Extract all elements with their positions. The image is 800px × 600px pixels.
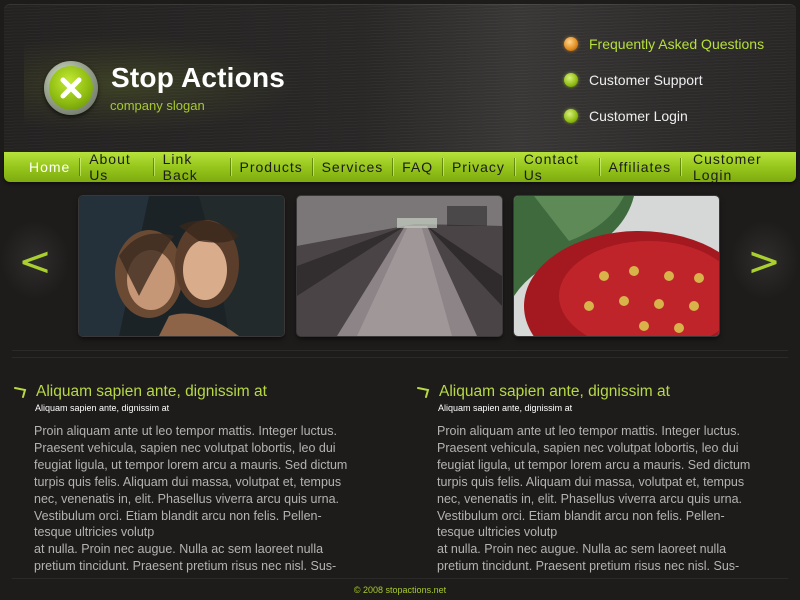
nav-item-customer-login[interactable]: Customer Login [681, 151, 796, 183]
thumbnail-women-portrait[interactable] [79, 196, 284, 336]
thumbnail-strawberry-closeup[interactable] [514, 196, 719, 336]
site-header: Stop Actions company slogan Frequently A… [4, 4, 796, 154]
thumbnail-moving-walkway[interactable] [297, 196, 502, 336]
brand-name[interactable]: Stop Actions [111, 62, 285, 94]
nav-item-about-us[interactable]: About Us [80, 151, 153, 183]
column-title[interactable]: Aliquam sapien ante, dignissim at [439, 383, 670, 401]
bullet-icon [564, 37, 578, 51]
column-subtitle: Aliquam sapien ante, dignissim at [35, 403, 170, 413]
main-nav: Home About Us Link Back Products Service… [4, 151, 796, 183]
bullet-icon [564, 73, 578, 87]
column-heading: Aliquam sapien ante, dignissim at [417, 383, 762, 401]
column-title[interactable]: Aliquam sapien ante, dignissim at [36, 383, 267, 401]
nav-item-products[interactable]: Products [231, 152, 312, 182]
next-arrow-icon[interactable]: > [744, 238, 784, 286]
column-heading: Aliquam sapien ante, dignissim at [14, 383, 359, 401]
content-column-left: Aliquam sapien ante, dignissim at Aliqua… [14, 383, 359, 575]
nav-item-faq[interactable]: FAQ [393, 152, 442, 182]
column-body: Proin aliquam ante ut leo tempor mattis.… [34, 424, 348, 574]
top-link-label: Customer Login [589, 108, 688, 124]
nav-item-services[interactable]: Services [313, 152, 393, 182]
divider [12, 350, 788, 351]
nav-item-home[interactable]: Home [20, 152, 79, 182]
nav-item-affiliates[interactable]: Affiliates [600, 152, 681, 182]
logo-icon[interactable] [44, 61, 98, 115]
top-link-label: Frequently Asked Questions [589, 36, 765, 52]
bullet-icon [564, 109, 578, 123]
nav-item-contact-us[interactable]: Contact Us [515, 151, 599, 183]
arrow-bullet-icon [417, 387, 430, 398]
content-column-right: Aliquam sapien ante, dignissim at Aliqua… [417, 383, 762, 575]
faq-link[interactable]: Frequently Asked Questions [564, 34, 764, 54]
customer-support-link[interactable]: Customer Support [564, 70, 764, 90]
divider [12, 357, 788, 358]
close-x-icon [49, 66, 93, 110]
brand-slogan: company slogan [110, 98, 205, 113]
column-body: Proin aliquam ante ut leo tempor mattis.… [437, 424, 751, 574]
arrow-bullet-icon [14, 387, 27, 398]
image-gallery: < > [0, 190, 800, 345]
top-link-label: Customer Support [589, 72, 703, 88]
footer-copyright: © 2008 stopactions.net [353, 585, 447, 595]
nav-item-privacy[interactable]: Privacy [443, 152, 514, 182]
nav-item-link-back[interactable]: Link Back [154, 151, 230, 183]
column-subtitle: Aliquam sapien ante, dignissim at [438, 403, 573, 413]
customer-login-link[interactable]: Customer Login [564, 106, 764, 126]
top-links: Frequently Asked Questions Customer Supp… [564, 34, 764, 142]
divider [12, 578, 788, 579]
prev-arrow-icon[interactable]: < [15, 238, 55, 286]
